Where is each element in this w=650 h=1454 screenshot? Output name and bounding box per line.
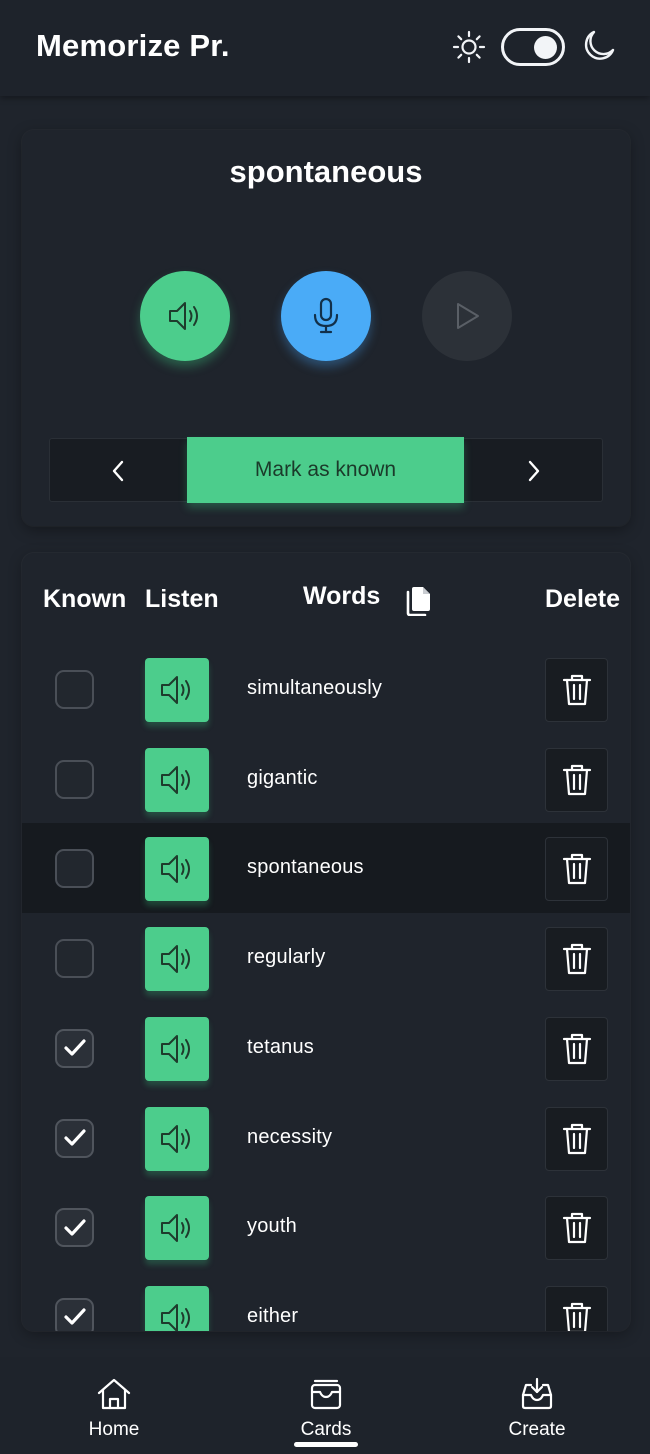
listen-button[interactable] (145, 837, 209, 902)
delete-button[interactable] (545, 1196, 608, 1261)
delete-button[interactable] (545, 1285, 608, 1331)
known-checkbox[interactable] (55, 1118, 94, 1158)
practice-card: spontaneous Mark as known (22, 130, 630, 526)
toggle-knob (534, 36, 557, 59)
app-title: Memorize Pr. (36, 28, 230, 63)
trash-icon (562, 1033, 591, 1064)
known-checkbox[interactable] (55, 759, 94, 799)
moon-icon (584, 30, 615, 60)
speaker-icon (161, 676, 190, 704)
play-recording-button[interactable] (422, 271, 512, 361)
current-word: spontaneous (229, 154, 423, 189)
listen-button[interactable] (145, 1106, 209, 1171)
microphone-icon (313, 297, 339, 334)
speaker-icon (161, 1214, 190, 1243)
delete-button[interactable] (545, 747, 608, 812)
column-header-words: Words (303, 582, 381, 610)
trash-icon (562, 1213, 591, 1244)
checkmark-icon (63, 1308, 86, 1325)
word-row: spontaneous (22, 823, 630, 914)
home-icon (97, 1378, 131, 1410)
header: Memorize Pr. (0, 0, 650, 96)
known-checkbox[interactable] (55, 849, 94, 889)
word-list-card: Known Listen Words Delete simultaneously… (22, 553, 630, 1331)
word-row: either (22, 1272, 630, 1331)
checkmark-icon (63, 1219, 86, 1236)
card-navigation: Mark as known (49, 437, 603, 503)
nav-create[interactable]: Create (477, 1377, 597, 1441)
known-checkbox[interactable] (55, 1297, 94, 1331)
sun-icon (452, 30, 486, 64)
app-root: Memorize Pr. spontaneous Mark as known K… (0, 0, 650, 1454)
trash-icon (562, 674, 591, 706)
delete-button[interactable] (545, 1016, 608, 1081)
listen-button[interactable] (145, 1285, 209, 1331)
checkmark-icon (63, 1129, 86, 1146)
trash-icon (562, 854, 591, 885)
word-text: regularly (247, 946, 326, 969)
cards-icon (310, 1379, 342, 1410)
next-word-button[interactable] (466, 439, 602, 503)
word-text: spontaneous (247, 856, 364, 879)
known-checkbox[interactable] (55, 939, 94, 979)
nav-home-label: Home (88, 1419, 140, 1440)
nav-cards[interactable]: Cards (266, 1377, 386, 1441)
speaker-icon (161, 1124, 190, 1153)
speaker-icon (161, 855, 190, 884)
listen-button[interactable] (145, 1016, 209, 1081)
speaker-icon (161, 945, 190, 974)
listen-button[interactable] (145, 927, 209, 992)
speaker-icon (161, 1034, 190, 1063)
word-text: simultaneously (247, 677, 383, 699)
known-checkbox[interactable] (55, 1028, 94, 1068)
mark-as-known-button[interactable]: Mark as known (187, 437, 464, 503)
known-checkbox[interactable] (55, 670, 94, 709)
speaker-icon (161, 1303, 190, 1331)
active-tab-indicator (294, 1442, 358, 1447)
chevron-right-icon (528, 460, 540, 482)
checkmark-icon (63, 1039, 86, 1056)
play-icon (457, 303, 479, 329)
bottom-navigation: Home Cards Create (0, 1357, 650, 1454)
word-text: youth (247, 1215, 297, 1238)
word-row: youth (22, 1182, 630, 1272)
trash-icon (562, 943, 591, 975)
word-text: necessity (247, 1125, 333, 1148)
record-button[interactable] (281, 271, 371, 361)
previous-word-button[interactable] (50, 439, 186, 503)
known-checkbox[interactable] (55, 1208, 94, 1248)
theme-toggle[interactable] (501, 28, 565, 66)
delete-button[interactable] (545, 658, 608, 722)
trash-icon (562, 1123, 591, 1154)
copy-icon[interactable] (405, 582, 435, 616)
delete-button[interactable] (545, 837, 608, 902)
delete-button[interactable] (545, 1106, 608, 1171)
listen-word-button[interactable] (140, 271, 230, 361)
word-row: tetanus (22, 1003, 630, 1093)
inbox-download-icon (521, 1377, 553, 1410)
word-row: regularly (22, 913, 630, 1003)
column-header-delete: Delete (545, 585, 621, 613)
word-text: either (247, 1304, 299, 1327)
trash-icon (562, 764, 591, 795)
nav-create-label: Create (508, 1419, 566, 1440)
word-text: gigantic (247, 766, 318, 789)
listen-button[interactable] (145, 747, 209, 812)
word-text: tetanus (247, 1035, 315, 1058)
speaker-icon (169, 302, 198, 330)
nav-cards-label: Cards (300, 1419, 352, 1440)
word-row: necessity (22, 1093, 630, 1183)
column-header-listen: Listen (145, 585, 219, 613)
speaker-icon (161, 765, 190, 794)
chevron-left-icon (112, 460, 124, 482)
delete-button[interactable] (545, 927, 608, 992)
word-row: gigantic (22, 734, 630, 824)
listen-button[interactable] (145, 658, 209, 722)
nav-home[interactable]: Home (54, 1377, 174, 1441)
trash-icon (562, 1302, 591, 1331)
word-row: simultaneously (22, 644, 630, 734)
listen-button[interactable] (145, 1196, 209, 1261)
column-header-known: Known (43, 585, 127, 613)
